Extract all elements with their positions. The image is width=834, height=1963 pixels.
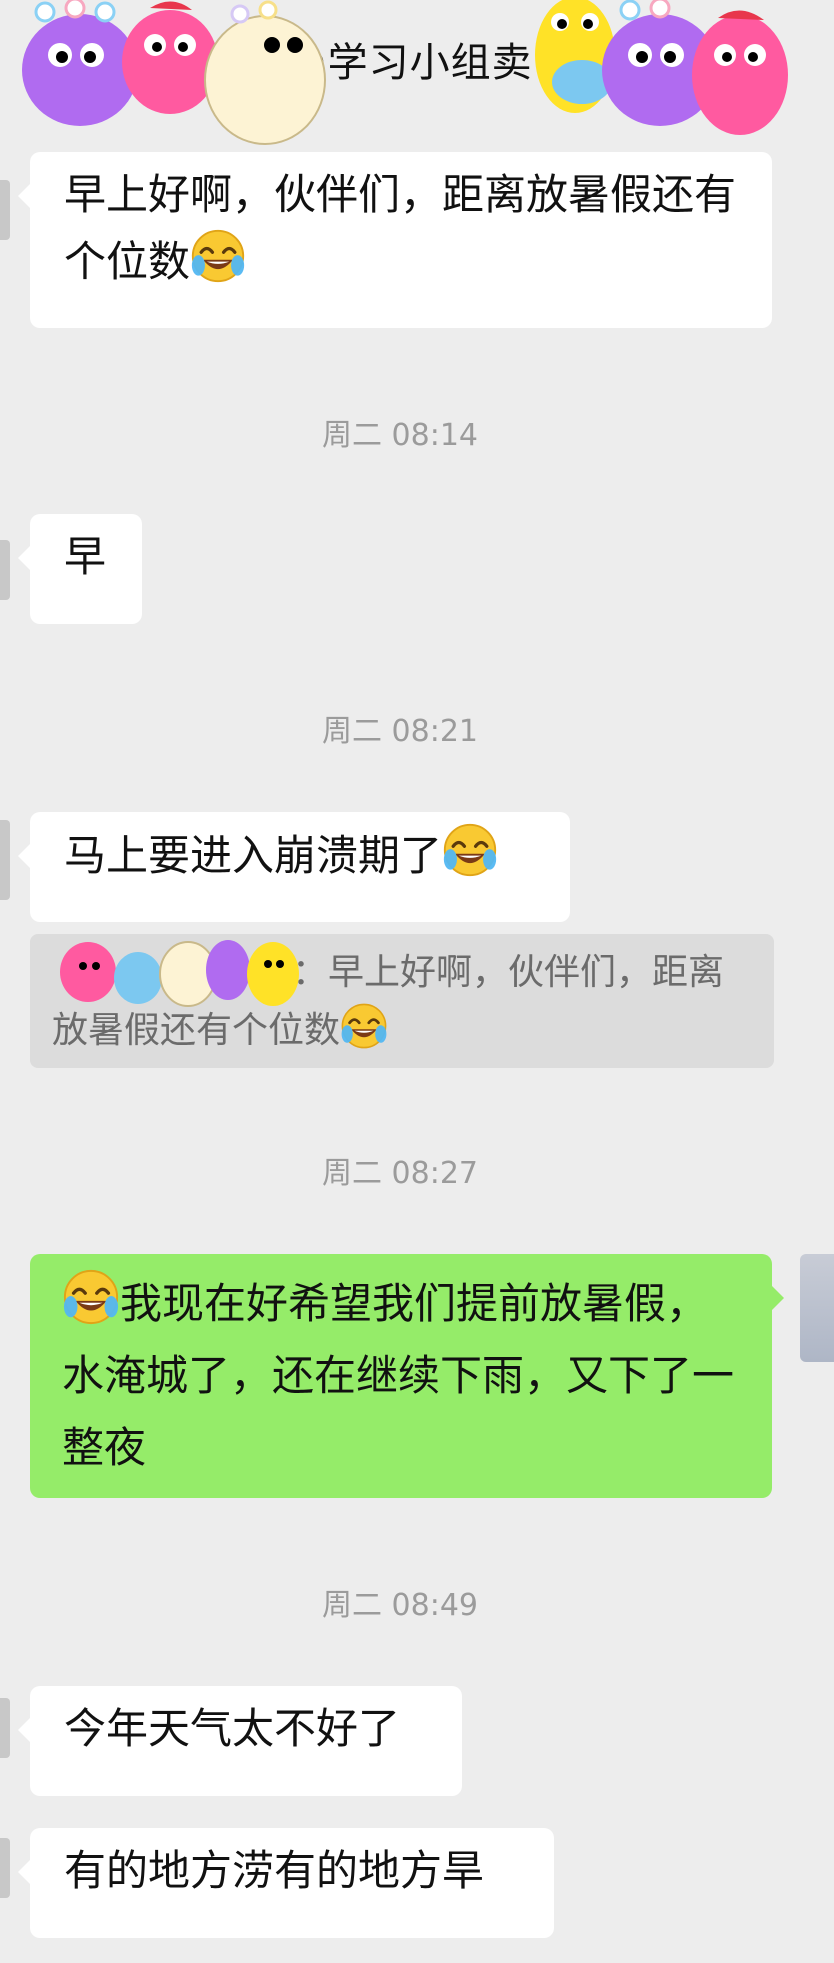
laughing-tears-emoji — [442, 822, 498, 878]
sticker-avatar-icon — [60, 940, 299, 1007]
message-bubble[interactable]: 马上要进入崩溃期了 — [18, 812, 570, 922]
avatar-edge[interactable] — [0, 1698, 10, 1758]
message-bubble[interactable]: 早 — [18, 514, 142, 624]
self-avatar[interactable] — [800, 1254, 834, 1362]
avatar-edge[interactable] — [0, 820, 10, 900]
laughing-tears-emoji — [190, 228, 246, 284]
message-bubble[interactable]: 有的地方涝有的地方旱 — [18, 1828, 554, 1938]
self-message-bubble[interactable]: 我现在好希望我们提前放暑假，水淹城了，还在继续下雨，又下了一整夜 — [30, 1254, 784, 1498]
message-text: 早 — [64, 532, 107, 581]
message-bubble[interactable]: 早上好啊，伙伴们，距离放暑假还有个位数 — [18, 152, 772, 328]
timestamp: 周二 08:49 — [322, 1588, 478, 1623]
timestamp: 周二 08:21 — [322, 714, 478, 749]
chat-title: n学习小组卖 — [301, 40, 533, 86]
timestamp: 周二 08:27 — [322, 1156, 478, 1191]
message-text: 有的地方涝有的地方旱 — [64, 1846, 485, 1895]
laughing-tears-emoji — [340, 1002, 388, 1050]
avatar-edge[interactable] — [0, 1838, 10, 1898]
message-bubble[interactable]: 今年天气太不好了 — [18, 1686, 462, 1796]
message-text: 早上好啊，伙伴们，距离放暑假还有个位数 — [64, 170, 737, 286]
laughing-tears-emoji — [62, 1268, 120, 1326]
message-text: 今年天气太不好了 — [64, 1704, 401, 1753]
message-text: 我现在好希望我们提前放暑假，水淹城了，还在继续下雨，又下了一整夜 — [62, 1279, 735, 1472]
message-text: 马上要进入崩溃期了 — [64, 831, 443, 880]
quoted-message[interactable]: ：早上好啊，伙伴们，距离放暑假还有个位数 — [30, 934, 774, 1068]
avatar-edge[interactable] — [0, 540, 10, 600]
avatar-edge[interactable] — [0, 180, 10, 240]
timestamp: 周二 08:14 — [322, 418, 478, 453]
chat-header: n学习小组卖 — [0, 0, 834, 145]
